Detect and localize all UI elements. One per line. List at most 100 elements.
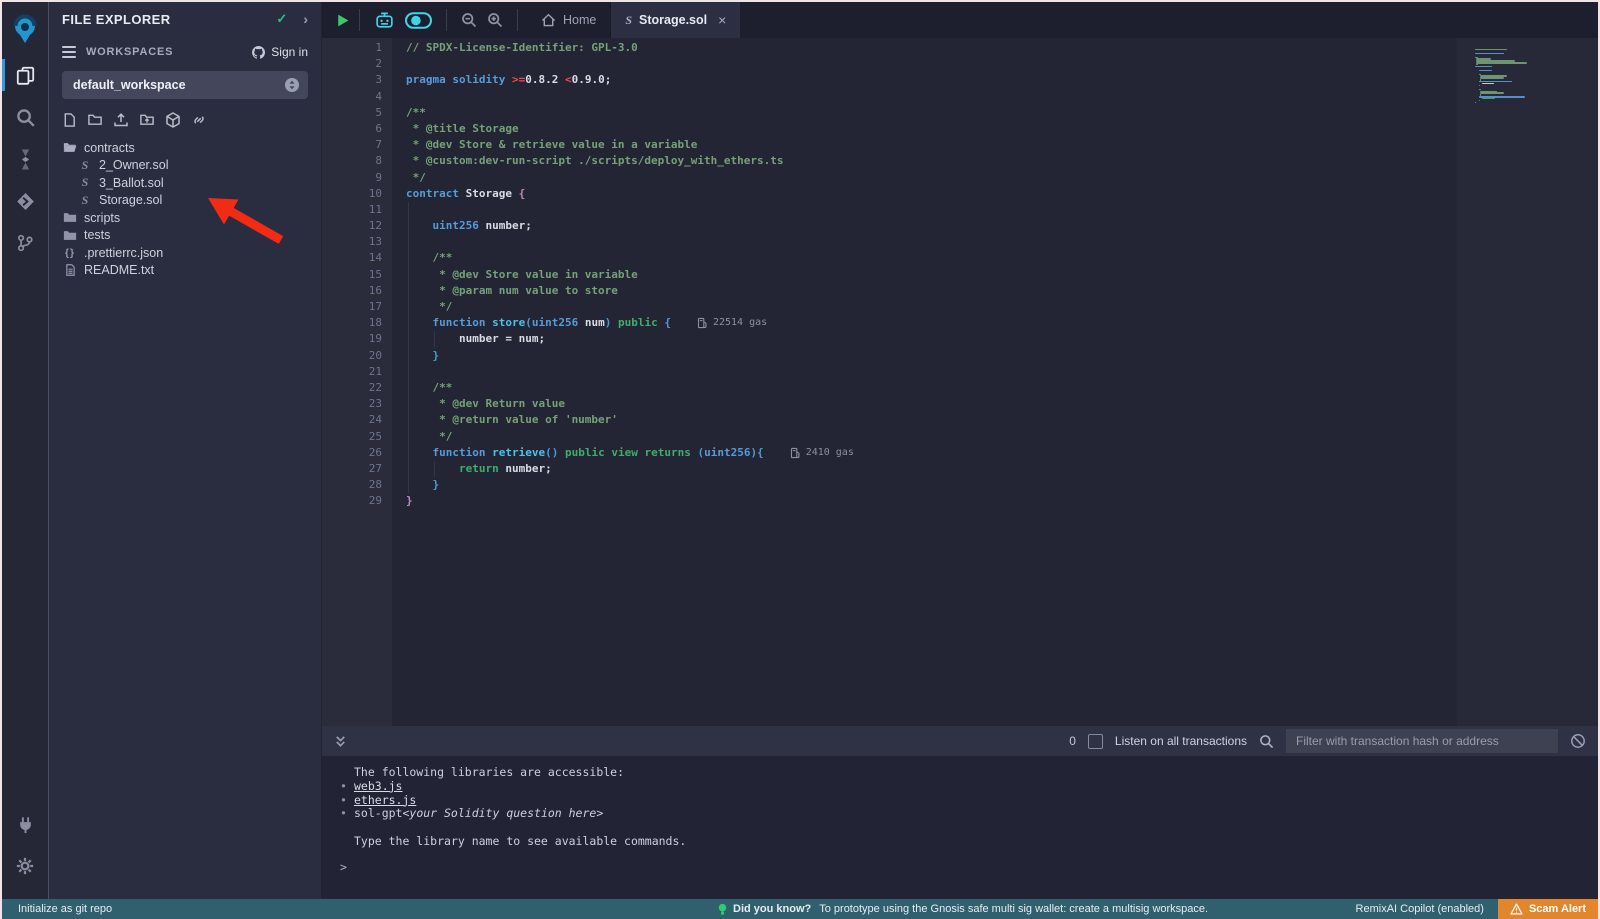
github-icon	[251, 45, 266, 60]
zoom-in-icon[interactable]	[487, 12, 503, 28]
home-icon	[541, 13, 556, 27]
close-tab-icon[interactable]: ×	[718, 12, 726, 28]
tab-storage-label: Storage.sol	[639, 13, 707, 27]
new-folder-icon[interactable]	[87, 112, 103, 128]
tree-item-2-owner-sol[interactable]: S2_Owner.sol	[49, 157, 321, 175]
code-area: // SPDX-License-Identifier: GPL-3.0pragm…	[406, 40, 1457, 509]
panel-header: FILE EXPLORER ✓ ›	[49, 2, 321, 36]
line-number: 11	[322, 202, 392, 218]
workspace-name: default_workspace	[73, 78, 186, 92]
code-line-22: /**	[406, 380, 1457, 396]
line-number: 4	[322, 89, 392, 105]
link-icon[interactable]	[191, 112, 207, 128]
activity-solidity-compiler-icon[interactable]	[2, 138, 48, 180]
tree-item-storage-sol[interactable]: SStorage.sol	[49, 192, 321, 210]
code-line-27: return number;	[406, 461, 1457, 477]
code-line-1: // SPDX-License-Identifier: GPL-3.0	[406, 40, 1457, 56]
sort-circle-icon	[284, 77, 300, 93]
gas-estimate-badge[interactable]: 22514 gas	[697, 315, 767, 331]
line-number: 12	[322, 218, 392, 234]
git-init-status[interactable]: Initialize as git repo	[18, 903, 112, 915]
transaction-filter-input[interactable]	[1286, 729, 1558, 753]
activity-settings-icon[interactable]	[2, 845, 48, 887]
tree-item-label: 2_Owner.sol	[99, 158, 168, 172]
line-number: 22	[322, 380, 392, 396]
terminal-link-web3-js[interactable]: web3.js	[354, 780, 402, 794]
scam-alert-label: Scam Alert	[1529, 903, 1586, 915]
line-number-gutter: 1234567891011121314151617181920212223242…	[322, 38, 392, 726]
terminal-collapse-icon[interactable]	[334, 735, 347, 748]
terminal-line: •web3.js	[340, 780, 1598, 794]
upload-folder-icon[interactable]	[139, 112, 155, 128]
circle-slash-icon[interactable]	[1570, 733, 1586, 749]
cube-icon[interactable]	[165, 112, 181, 128]
line-number: 15	[322, 267, 392, 283]
line-number: 26	[322, 445, 392, 461]
hamburger-menu-icon[interactable]	[62, 46, 76, 58]
terminal-link-ethers-js[interactable]: ethers.js	[354, 794, 416, 808]
activity-file-explorer-icon[interactable]	[2, 54, 48, 96]
code-line-24: * @return value of 'number'	[406, 412, 1457, 428]
run-script-button[interactable]	[335, 13, 350, 28]
code-line-19: number = num;	[406, 331, 1457, 347]
code-editor[interactable]: 1234567891011121314151617181920212223242…	[322, 38, 1598, 726]
line-number: 13	[322, 234, 392, 250]
did-you-know-tip: Did you know? To prototype using the Gno…	[718, 903, 1208, 916]
upload-file-icon[interactable]	[113, 112, 129, 128]
tree-item-scripts[interactable]: scripts	[49, 209, 321, 227]
copilot-toggle[interactable]	[405, 12, 432, 29]
tab-home[interactable]: Home	[527, 2, 610, 38]
zoom-out-icon[interactable]	[461, 12, 477, 28]
file-tree: contractsS2_Owner.solS3_Ballot.solSStora…	[49, 139, 321, 279]
folder-icon	[63, 211, 77, 224]
solidity-file-icon: S	[78, 193, 92, 208]
activity-search-icon[interactable]	[2, 96, 48, 138]
line-number: 16	[322, 283, 392, 299]
code-line-5: /**	[406, 105, 1457, 121]
gas-estimate-badge[interactable]: 2410 gas	[790, 445, 854, 461]
line-number: 9	[322, 170, 392, 186]
tree-item-tests[interactable]: tests	[49, 227, 321, 245]
tree-item-readme-txt[interactable]: README.txt	[49, 262, 321, 280]
saved-check-icon: ✓	[276, 11, 287, 27]
line-number: 8	[322, 153, 392, 169]
tree-item--prettierrc-json[interactable]: {}.prettierrc.json	[49, 244, 321, 262]
minimap[interactable]	[1457, 38, 1598, 726]
copilot-status[interactable]: RemixAI Copilot (enabled)	[1356, 903, 1484, 915]
terminal-search-icon[interactable]	[1259, 734, 1274, 749]
text-file-icon	[63, 263, 77, 277]
workspaces-row: WORKSPACES Sign in	[49, 40, 321, 64]
gas-estimate-label: 22514 gas	[713, 315, 767, 331]
tree-item-contracts[interactable]: contracts	[49, 139, 321, 157]
file-explorer-panel: FILE EXPLORER ✓ › WORKSPACES Sign in def…	[48, 2, 321, 899]
listen-all-checkbox[interactable]	[1088, 734, 1103, 749]
terminal-prompt[interactable]: >	[340, 861, 347, 875]
collapse-chevron-icon[interactable]: ›	[303, 11, 308, 27]
terminal-line: The following libraries are accessible:	[340, 766, 1598, 780]
code-line-28: }	[406, 477, 1457, 493]
activity-remix-logo-icon[interactable]	[2, 4, 48, 54]
sign-in-button[interactable]: Sign in	[251, 45, 308, 60]
workspace-select[interactable]: default_workspace	[62, 71, 308, 99]
gas-estimate-label: 2410 gas	[806, 445, 854, 461]
code-line-21	[406, 364, 1457, 380]
new-file-icon[interactable]	[62, 112, 77, 128]
code-line-26: function retrieve() public view returns …	[406, 445, 1457, 461]
folder-open-icon	[63, 141, 77, 154]
code-line-11	[406, 202, 1457, 218]
tree-item-3-ballot-sol[interactable]: S3_Ballot.sol	[49, 174, 321, 192]
activity-git-icon[interactable]	[2, 222, 48, 264]
line-number: 23	[322, 396, 392, 412]
line-number: 19	[322, 331, 392, 347]
sign-in-label: Sign in	[271, 45, 308, 59]
tab-storage-sol[interactable]: S Storage.sol ×	[610, 2, 740, 38]
line-number: 2	[322, 56, 392, 72]
remixai-robot-icon[interactable]	[374, 11, 395, 30]
tree-item-label: README.txt	[84, 263, 154, 277]
lightbulb-icon	[718, 903, 727, 916]
scam-alert-badge[interactable]: Scam Alert	[1498, 899, 1598, 919]
activity-plugin-manager-icon[interactable]	[2, 803, 48, 845]
code-line-20: }	[406, 348, 1457, 364]
activity-deploy-and-run-icon[interactable]	[2, 180, 48, 222]
remix-ide-window: FILE EXPLORER ✓ › WORKSPACES Sign in def…	[0, 0, 1600, 919]
